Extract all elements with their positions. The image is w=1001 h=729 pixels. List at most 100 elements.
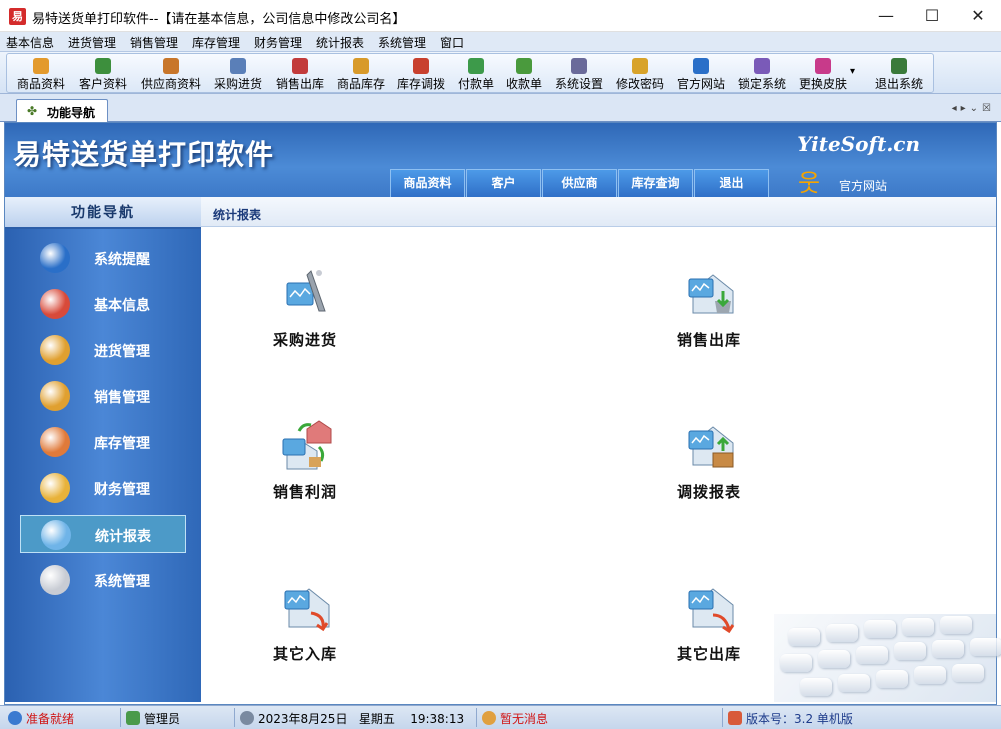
report-tile-transfer[interactable]: 调拨报表	[649, 419, 769, 519]
sidebar-item-label: 系统管理	[94, 574, 150, 590]
banner-tab-exit[interactable]: 退出	[694, 169, 769, 197]
report-tile-sales[interactable]: 销售出库	[649, 267, 769, 367]
tab-function-nav[interactable]: ✤ 功能导航	[16, 99, 108, 122]
toolbar-panel: 商品资料 客户资料 供应商资料 采购进货 销售出库 商品库存 库存调拨 付款单 …	[6, 53, 934, 93]
sidebar-item-sales[interactable]: 销售管理	[20, 377, 186, 415]
sidebar-item-purchase[interactable]: 进货管理	[20, 331, 186, 369]
official-site-link[interactable]: 官方网站	[839, 177, 887, 194]
menu-inventory[interactable]: 库存管理	[192, 34, 240, 51]
status-version-text: 版本号：3.2 单机版	[746, 712, 853, 726]
menu-window[interactable]: 窗口	[440, 34, 464, 51]
toolbar-stock-button[interactable]: 商品库存	[332, 58, 390, 94]
info-icon	[40, 243, 70, 273]
toolbar-purchase-button[interactable]: 采购进货	[209, 58, 267, 94]
import-box-icon	[40, 335, 70, 365]
banner-tab-products[interactable]: 商品资料	[390, 169, 465, 197]
content-panel: 统计报表 采购进货 销售出库 销售利润 调拨报表 其它入库 其它出库	[201, 197, 1001, 702]
toolbar-label: 更换皮肤	[798, 77, 847, 91]
status-divider	[476, 708, 477, 727]
toolbar-supplier-button[interactable]: 供应商资料	[135, 58, 207, 94]
banner-tab-stock-query[interactable]: 库存查询	[618, 169, 693, 197]
purchase-report-icon	[286, 270, 326, 312]
finance-icon	[40, 473, 70, 503]
window-title: 易特送货单打印软件--【请在基本信息，公司信息中修改公司名】	[32, 12, 406, 27]
report-tile-purchase[interactable]: 采购进货	[245, 267, 365, 367]
sidebar-item-system[interactable]: 系统管理	[20, 561, 186, 599]
toolbar-product-button[interactable]: 商品资料	[11, 58, 71, 94]
status-divider	[722, 708, 723, 727]
menu-bar: 基本信息 进货管理 销售管理 库存管理 财务管理 统计报表 系统管理 窗口	[0, 32, 1001, 52]
sidebar-item-inventory[interactable]: 库存管理	[20, 423, 186, 461]
toolbar-skin-button[interactable]: 更换皮肤	[794, 58, 852, 94]
gears-icon	[40, 565, 70, 595]
cubes-icon	[40, 289, 70, 319]
toolbar-label: 收款单	[505, 77, 542, 91]
nav-tab-icon: ✤	[27, 104, 38, 118]
receipt-icon	[516, 58, 532, 74]
toolbar-label: 修改密码	[615, 77, 664, 91]
menu-system[interactable]: 系统管理	[378, 34, 426, 51]
minimize-button[interactable]: —	[863, 0, 909, 32]
toolbar-sales-button[interactable]: 销售出库	[270, 58, 330, 94]
status-messages[interactable]: 暂无消息	[482, 710, 548, 727]
sidebar-item-basic-info[interactable]: 基本信息	[20, 285, 186, 323]
toolbar: 商品资料 客户资料 供应商资料 采购进货 销售出库 商品库存 库存调拨 付款单 …	[0, 52, 1001, 94]
toolbar-receipt-button[interactable]: 收款单	[501, 58, 547, 94]
main-frame: 易特送货单打印软件 YiteSoft.cn 商品资料 客户 供应商 库存查询 退…	[4, 122, 1001, 705]
payment-icon	[468, 58, 484, 74]
tile-label: 调拨报表	[676, 483, 741, 501]
document-tab-strip: ✤ 功能导航 ◂▸⌄☒	[0, 94, 1001, 122]
sidebar-item-finance[interactable]: 财务管理	[20, 469, 186, 507]
toolbar-website-button[interactable]: 官方网站	[672, 58, 730, 94]
toolbar-label: 锁定系统	[737, 77, 786, 91]
report-tile-other-in[interactable]: 其它入库	[245, 581, 365, 681]
sidebar-item-label: 进货管理	[94, 344, 150, 360]
transfer-icon	[413, 58, 429, 74]
toolbar-transfer-button[interactable]: 库存调拨	[392, 58, 450, 94]
toolbar-label: 销售出库	[275, 77, 324, 91]
tile-label: 其它入库	[272, 645, 337, 663]
toolbar-payment-button[interactable]: 付款单	[453, 58, 499, 94]
maximize-button[interactable]: ☐	[909, 0, 955, 32]
home-icon	[728, 711, 742, 725]
sidebar-item-reports[interactable]: 统计报表	[20, 515, 186, 553]
tab-scroll-controls[interactable]: ◂▸⌄☒	[952, 103, 995, 114]
sales-report-icon	[688, 274, 734, 314]
profit-report-icon	[282, 420, 332, 470]
close-button[interactable]: ✕	[955, 0, 1001, 32]
chevron-down-icon[interactable]: ▾	[850, 66, 855, 77]
toolbar-label: 退出系统	[874, 77, 923, 91]
menu-finance[interactable]: 财务管理	[254, 34, 302, 51]
menu-sales[interactable]: 销售管理	[130, 34, 178, 51]
banner-tab-customers[interactable]: 客户	[466, 169, 541, 197]
report-tile-profit[interactable]: 销售利润	[245, 419, 365, 519]
tile-label: 其它出库	[676, 645, 741, 663]
menu-purchase[interactable]: 进货管理	[68, 34, 116, 51]
exit-icon	[891, 58, 907, 74]
toolbar-label: 库存调拨	[396, 77, 445, 91]
other-out-icon	[688, 588, 735, 634]
status-divider	[234, 708, 235, 727]
warehouse-icon	[40, 427, 70, 457]
toolbar-label: 商品资料	[16, 77, 65, 91]
toolbar-label: 系统设置	[554, 77, 603, 91]
toolbar-lock-button[interactable]: 锁定系统	[733, 58, 791, 94]
settings-icon	[571, 58, 587, 74]
toolbar-settings-button[interactable]: 系统设置	[550, 58, 608, 94]
runner-icon[interactable]: 웃	[796, 170, 822, 196]
toolbar-password-button[interactable]: 修改密码	[610, 58, 670, 94]
chart-icon	[41, 520, 71, 550]
keyboard-decoration	[774, 614, 1001, 702]
menu-reports[interactable]: 统计报表	[316, 34, 364, 51]
tab-label: 功能导航	[47, 106, 96, 120]
toolbar-customer-button[interactable]: 客户资料	[73, 58, 133, 94]
menu-basic-info[interactable]: 基本信息	[6, 34, 54, 51]
truck-icon	[230, 58, 246, 74]
report-tile-other-out[interactable]: 其它出库	[649, 581, 769, 681]
status-weekday: 星期五	[358, 712, 395, 726]
sidebar-item-reminder[interactable]: 系统提醒	[20, 239, 186, 277]
key-icon	[632, 58, 648, 74]
toolbar-exit-button[interactable]: 退出系统	[869, 58, 929, 94]
banner-tab-suppliers[interactable]: 供应商	[542, 169, 617, 197]
messenger-icon	[482, 711, 496, 725]
